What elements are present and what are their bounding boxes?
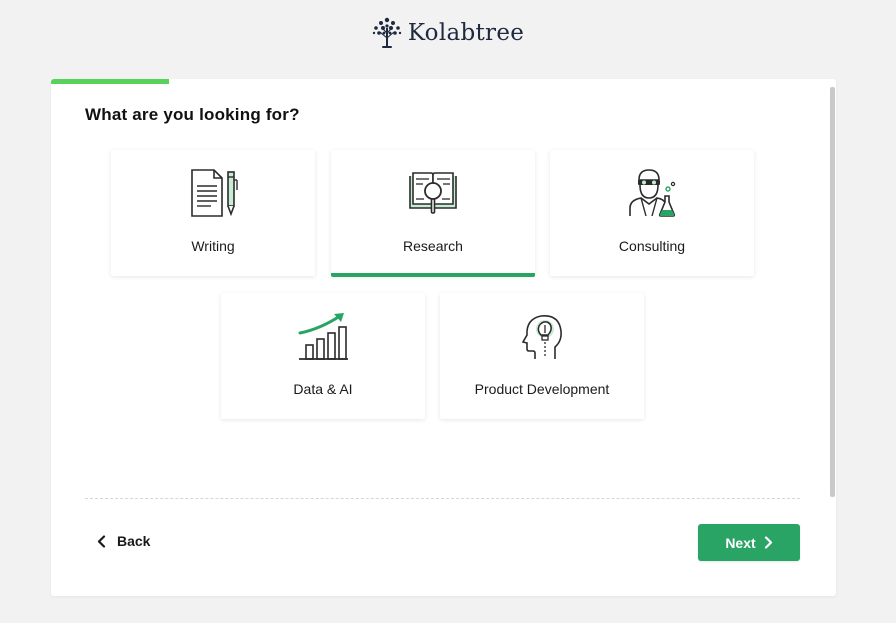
document-pen-icon: [191, 169, 238, 217]
wizard-card: What are you looking for? Writing Resear…: [51, 79, 836, 596]
scientist-icon: [629, 169, 676, 217]
brand-name: Kolabtree: [407, 20, 525, 46]
option-product-development[interactable]: Product Development: [440, 293, 644, 419]
growth-chart-icon: [298, 313, 348, 360]
next-label: Next: [725, 534, 756, 551]
option-label: Data & AI: [293, 381, 353, 397]
scrollbar[interactable]: [830, 87, 835, 497]
option-label: Product Development: [474, 381, 610, 397]
option-data-ai[interactable]: Data & AI: [221, 293, 425, 419]
book-magnifier-icon: [409, 172, 457, 214]
option-consulting[interactable]: Consulting: [550, 150, 754, 276]
chevron-left-icon: [97, 534, 106, 548]
tree-logo-icon: [372, 17, 402, 48]
back-button[interactable]: Back: [97, 533, 150, 549]
back-label: Back: [117, 533, 151, 549]
page-title: What are you looking for?: [85, 105, 300, 124]
idea-head-icon: [521, 314, 562, 359]
next-button[interactable]: Next: [698, 524, 800, 561]
option-label: Consulting: [618, 238, 686, 254]
option-label: Research: [403, 238, 463, 254]
chevron-right-icon: [764, 536, 772, 549]
option-writing[interactable]: Writing: [111, 150, 315, 276]
divider: [85, 498, 800, 499]
brand-header: Kolabtree: [0, 16, 896, 50]
option-label: Writing: [191, 238, 235, 254]
progress-bar: [51, 79, 169, 84]
option-research[interactable]: Research: [331, 150, 535, 277]
